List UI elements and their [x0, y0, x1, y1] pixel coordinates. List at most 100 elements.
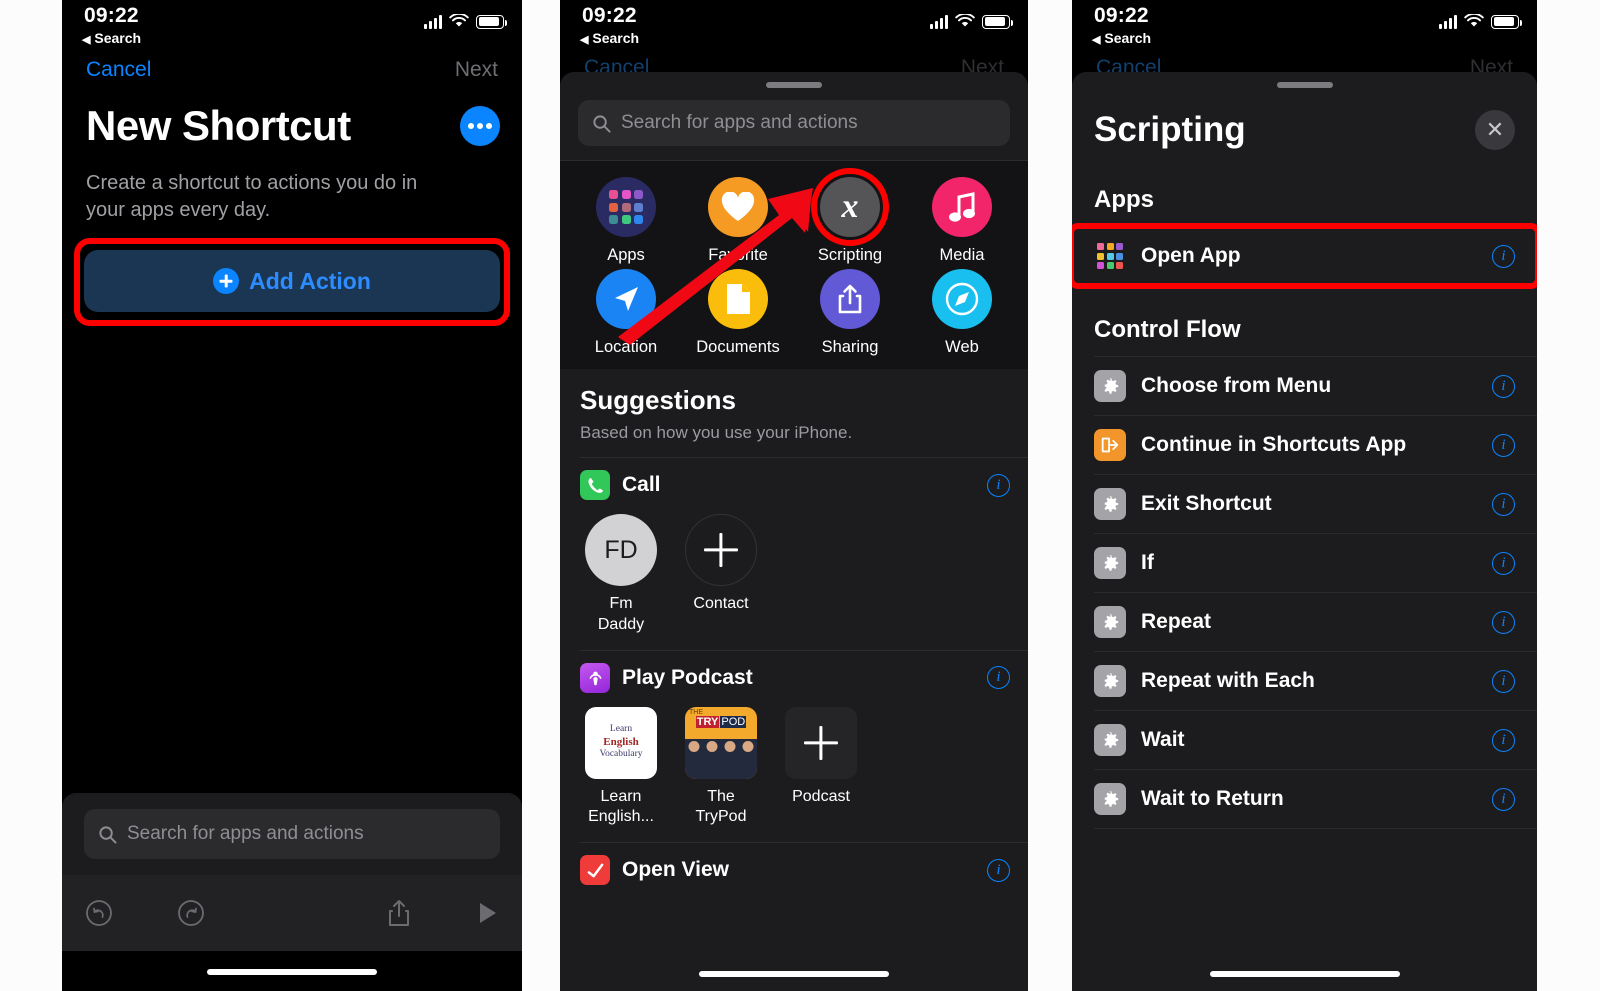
info-icon[interactable]: i: [1492, 374, 1515, 398]
status-time: 09:22: [1094, 4, 1149, 27]
gear-glyph: [1103, 790, 1118, 807]
status-back-to-search[interactable]: ◀ Search: [1092, 30, 1151, 46]
category-label: Apps: [607, 246, 645, 264]
status-bar: 09:22 ◀ Search: [1072, 0, 1537, 52]
action-row-exit-shortcut[interactable]: Exit Shortcut i: [1072, 475, 1537, 533]
status-indicators: [930, 14, 1013, 29]
action-row-repeat-with-each[interactable]: Repeat with Each i: [1072, 652, 1537, 710]
continue-icon: [1094, 429, 1126, 461]
search-input[interactable]: Search for apps and actions: [84, 809, 500, 859]
category-web[interactable]: Web: [906, 269, 1018, 357]
action-name: Repeat with Each: [1141, 669, 1315, 692]
bottom-search-panel: Search for apps and actions: [62, 793, 522, 875]
suggestion-group-call[interactable]: Call i: [560, 458, 1028, 500]
back-label: Search: [592, 30, 640, 46]
compass-icon: [932, 269, 992, 329]
podcast-icon: [580, 662, 610, 693]
tile-add-contact[interactable]: Contact: [682, 514, 760, 636]
gear-glyph: [1103, 554, 1118, 571]
phone-screen-new-shortcut: 09:22 ◀ Search Cancel Next New Shortcut: [62, 0, 522, 991]
status-time: 09:22: [84, 4, 139, 27]
suggestion-group-open-view[interactable]: Open View i: [560, 843, 1028, 886]
tile-label: Fm Daddy: [597, 595, 645, 633]
cellular-signal-icon: [930, 14, 948, 29]
info-icon[interactable]: i: [1492, 551, 1515, 575]
tile-learn-english[interactable]: Learn English Vocabulary Learn English...: [582, 706, 660, 829]
tile-label: The TryPod: [695, 787, 747, 826]
cellular-signal-icon: [424, 14, 442, 29]
tile-label: Contact: [693, 595, 749, 612]
info-icon[interactable]: i: [1492, 669, 1515, 693]
status-indicators: [1439, 14, 1522, 29]
add-action-button[interactable]: Add Action: [84, 250, 500, 312]
play-icon[interactable]: [474, 898, 500, 928]
heart-icon: [708, 177, 768, 237]
ellipsis-icon[interactable]: [460, 106, 500, 146]
gear-icon: [1094, 488, 1126, 520]
action-name: Choose from Menu: [1141, 374, 1332, 397]
category-scripting[interactable]: x Scripting: [794, 168, 906, 265]
home-indicator: [699, 971, 889, 977]
navigation-icon: [596, 269, 656, 329]
plus-icon: [785, 706, 857, 779]
gear-glyph: [1103, 672, 1118, 689]
wifi-icon: [955, 14, 975, 27]
status-back-to-search[interactable]: ◀ Search: [82, 30, 141, 46]
control-flow-list: Choose from Menu i Continue in Shortcuts A…: [1072, 357, 1537, 829]
category-location[interactable]: Location: [570, 269, 682, 357]
status-back-to-search[interactable]: ◀ Search: [580, 30, 639, 46]
action-row-continue-in-shortcuts-app[interactable]: Continue in Shortcuts App i: [1072, 416, 1537, 474]
info-icon[interactable]: i: [1492, 492, 1515, 516]
cancel-button[interactable]: Cancel: [86, 58, 151, 82]
category-label: Sharing: [821, 338, 879, 356]
share-icon[interactable]: [386, 898, 412, 928]
undo-icon[interactable]: [84, 898, 114, 928]
action-row-open-app[interactable]: Open App i: [1072, 227, 1537, 285]
search-placeholder: Search for apps and actions: [127, 823, 364, 844]
category-media[interactable]: Media: [906, 177, 1018, 265]
info-icon[interactable]: i: [1492, 433, 1515, 457]
tile-the-trypod[interactable]: THE TRY POD The TryPod: [682, 706, 760, 829]
category-label: Scripting: [817, 246, 883, 264]
continue-glyph: [1101, 437, 1119, 453]
avatar: FD: [585, 514, 657, 586]
podcast-artwork-learn-english: Learn English Vocabulary: [585, 706, 657, 779]
back-triangle-icon: ◀: [82, 34, 91, 46]
suggestions-header: Suggestions Based on how you use your iP…: [560, 369, 1028, 443]
info-icon[interactable]: i: [1492, 787, 1515, 811]
suggestion-group-play-podcast[interactable]: Play Podcast i: [560, 651, 1028, 693]
action-row-wait-to-return[interactable]: Wait to Return i: [1072, 770, 1537, 828]
category-apps[interactable]: Apps: [570, 177, 682, 265]
action-row-wait[interactable]: Wait i: [1072, 711, 1537, 769]
tile-add-podcast[interactable]: Podcast: [782, 706, 860, 829]
info-icon[interactable]: i: [987, 858, 1010, 882]
next-button[interactable]: Next: [455, 58, 498, 82]
action-name: Repeat: [1141, 610, 1212, 633]
search-input[interactable]: Search for apps and actions: [578, 100, 1010, 146]
category-sharing[interactable]: Sharing: [794, 269, 906, 357]
info-icon[interactable]: i: [1492, 244, 1515, 268]
action-name: Exit Shortcut: [1141, 492, 1272, 515]
action-row-choose-from-menu[interactable]: Choose from Menu i: [1072, 357, 1537, 415]
action-name: Continue in Shortcuts App: [1141, 433, 1407, 456]
home-indicator: [1209, 971, 1400, 977]
tile-label: Podcast: [792, 787, 850, 805]
add-action-wrapper: Add Action: [74, 238, 510, 326]
action-name: Wait to Return: [1141, 787, 1284, 810]
back-triangle-icon: ◀: [1092, 34, 1101, 46]
document-icon: [708, 269, 768, 329]
action-row-if[interactable]: If i: [1072, 534, 1537, 592]
tile-contact-fm-daddy[interactable]: FD Fm Daddy: [582, 514, 660, 636]
category-favorite[interactable]: Favorite: [682, 177, 794, 265]
info-icon[interactable]: i: [1492, 610, 1515, 634]
info-icon[interactable]: i: [987, 666, 1010, 690]
gear-glyph: [1103, 495, 1118, 512]
category-documents[interactable]: Documents: [682, 269, 794, 357]
close-icon[interactable]: ✕: [1475, 110, 1515, 150]
redo-icon[interactable]: [176, 898, 206, 928]
info-icon[interactable]: i: [987, 473, 1010, 497]
info-icon[interactable]: i: [1492, 728, 1515, 752]
category-label: Favorite: [708, 246, 768, 264]
action-row-repeat[interactable]: Repeat i: [1072, 593, 1537, 651]
phone-screen-scripting-list: 09:22 ◀ Search Cancel Next Scripting ✕ A…: [1072, 0, 1537, 991]
